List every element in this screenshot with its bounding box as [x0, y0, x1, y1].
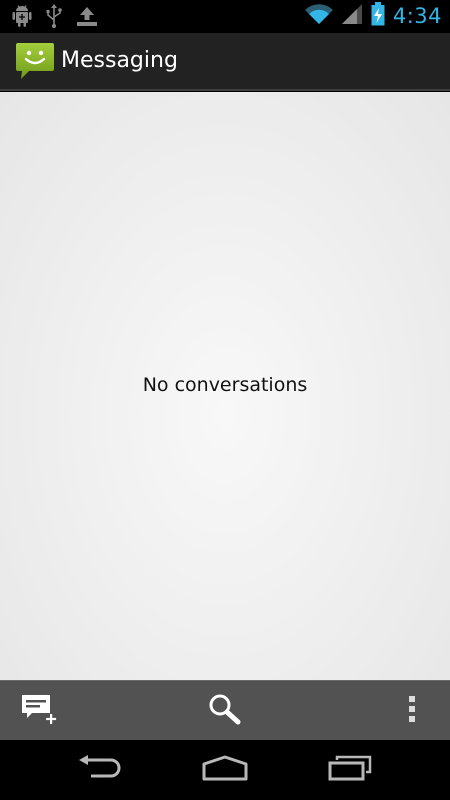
android-debug-icon [12, 5, 32, 31]
overflow-menu-icon [407, 695, 417, 727]
bottom-action-bar [0, 680, 450, 740]
wifi-icon [304, 3, 333, 29]
home-icon [201, 755, 249, 785]
usb-icon [46, 4, 62, 32]
recent-apps-icon [327, 755, 373, 785]
screen: 4:34 Messaging No conversations [0, 0, 450, 800]
new-message-icon [20, 694, 60, 728]
upload-icon [76, 5, 98, 31]
system-icons: 4:34 [304, 2, 442, 30]
action-bar: Messaging [0, 33, 450, 91]
navigation-bar [0, 740, 450, 800]
back-icon [77, 755, 123, 785]
notification-icons [12, 4, 98, 32]
signal-icon [341, 3, 363, 29]
status-clock: 4:34 [392, 4, 442, 28]
search-icon [208, 693, 242, 729]
conversation-list: No conversations [0, 92, 450, 680]
empty-state-message: No conversations [142, 374, 308, 396]
messaging-app-icon[interactable] [15, 41, 55, 85]
back-button[interactable] [55, 748, 145, 792]
home-button[interactable] [180, 748, 270, 792]
new-message-button[interactable] [0, 681, 80, 741]
battery-charging-icon [371, 2, 385, 30]
status-bar: 4:34 [0, 0, 450, 33]
overflow-menu-button[interactable] [372, 681, 450, 741]
search-button[interactable] [185, 681, 265, 741]
recent-apps-button[interactable] [305, 748, 395, 792]
app-title: Messaging [61, 48, 178, 73]
